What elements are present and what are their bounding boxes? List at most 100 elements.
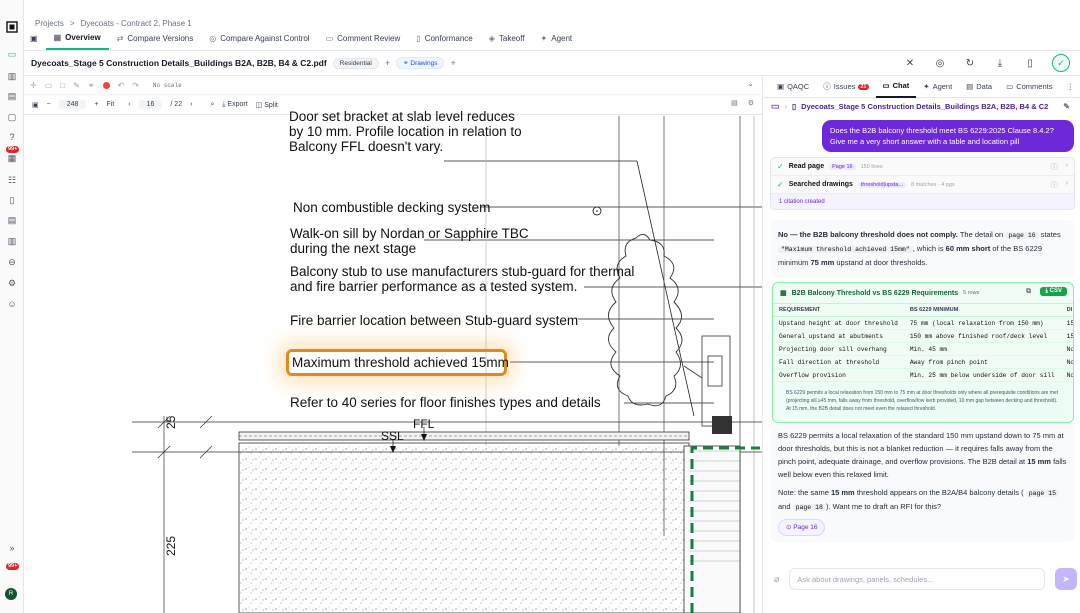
chevron-right-icon[interactable]: › bbox=[1066, 180, 1068, 190]
fit-button[interactable]: Fit bbox=[107, 101, 115, 108]
prev-page-icon[interactable]: ‹ bbox=[128, 101, 130, 108]
tab-chat[interactable]: ▭ Chat bbox=[875, 76, 917, 98]
note-floor-finishes: Refer to 40 series for floor finishes ty… bbox=[290, 395, 601, 410]
drawing-canvas[interactable]: Door set bracket at slab level reduces b… bbox=[24, 109, 762, 613]
pen-tool-icon[interactable]: ✎ bbox=[73, 81, 80, 90]
thumbnails-icon[interactable]: ▣ bbox=[32, 101, 39, 109]
info-icon[interactable]: ⓘ bbox=[1051, 162, 1058, 172]
page-input[interactable]: 16 bbox=[138, 100, 163, 109]
undo-icon[interactable]: ↶ bbox=[118, 81, 125, 90]
main-tabs: ▣ ▦ Overview ⇄ Compare Versions ◎ Compare A… bbox=[24, 32, 1080, 51]
record-icon[interactable] bbox=[102, 81, 110, 89]
location-pill-page-16[interactable]: ⊙ Page 16 bbox=[778, 519, 826, 536]
file-icon-small: ▯ bbox=[792, 102, 797, 111]
breadcrumb-current[interactable]: Dyecoats - Contract 2, Phase 1 bbox=[81, 19, 192, 28]
note-max-threshold: Maximum threshold achieved 15mm bbox=[292, 355, 509, 370]
folder-icon[interactable]: ▭ bbox=[5, 47, 19, 61]
residential-tag[interactable]: Residential bbox=[332, 57, 379, 69]
link-tool-icon[interactable]: ⚭ bbox=[88, 81, 95, 90]
chevron-down-icon[interactable]: ⌄ bbox=[747, 79, 754, 88]
tab-agent[interactable]: ✦ Agent bbox=[533, 31, 581, 50]
next-page-icon[interactable]: › bbox=[190, 101, 192, 108]
rail-badge-top: 99+ bbox=[6, 146, 20, 153]
download-icon[interactable]: ⤓ bbox=[992, 55, 1008, 71]
issues-icon[interactable]: ▦ bbox=[5, 151, 19, 165]
approved-check-icon[interactable]: ✓ bbox=[1052, 54, 1070, 72]
table-icon: ▦ bbox=[780, 290, 787, 297]
file-name[interactable]: Dyecoats_Stage 5 Construction Details_Bu… bbox=[31, 58, 327, 68]
focus-icon[interactable]: ◎ bbox=[932, 55, 948, 71]
step-read-page[interactable]: ✓ Read page Page 16 150 lines ⓘ › bbox=[771, 158, 1074, 176]
tab-data[interactable]: ▤ Data bbox=[959, 76, 999, 98]
book-icon[interactable]: ▤ bbox=[5, 89, 19, 103]
page-ref-18[interactable]: page 18 bbox=[792, 504, 826, 511]
more-options-icon[interactable]: ⋮ bbox=[1059, 76, 1080, 98]
tab-comment-review[interactable]: ▭ Comment Review bbox=[318, 31, 409, 50]
chat-context-file[interactable]: Dyecoats_Stage 5 Construction Details_Bu… bbox=[801, 102, 1048, 111]
tab-overview[interactable]: ▦ Overview bbox=[45, 31, 109, 50]
split-button[interactable]: ◫ Split bbox=[256, 101, 278, 109]
tab-conformance[interactable]: ▯ Conformance bbox=[408, 31, 480, 50]
redo-icon[interactable]: ↷ bbox=[132, 81, 139, 90]
tab-panel-agent[interactable]: ✦ Agent bbox=[916, 76, 959, 98]
attach-icon[interactable]: ⌀ bbox=[774, 574, 779, 585]
users-icon[interactable]: ☷ bbox=[5, 173, 19, 187]
check-icon: ✓ bbox=[777, 180, 784, 189]
copy-icon[interactable]: ⧉ bbox=[1026, 288, 1031, 296]
add-drawings-icon[interactable]: + bbox=[450, 58, 455, 68]
zoom-in-icon[interactable]: + bbox=[94, 101, 98, 108]
close-icon[interactable]: ✕ bbox=[902, 55, 918, 71]
pointer-icon[interactable]: ✛ bbox=[30, 81, 37, 90]
add-tag-icon[interactable]: + bbox=[385, 58, 390, 68]
breadcrumb-projects[interactable]: Projects bbox=[35, 19, 64, 28]
avatar[interactable]: R bbox=[5, 588, 17, 600]
page-ref-15[interactable]: page 15 bbox=[1025, 490, 1059, 497]
help-icon[interactable]: ? bbox=[5, 130, 19, 144]
table-row: Upstand height at door threshold 75 mm (l… bbox=[773, 316, 1073, 330]
new-chat-icon[interactable]: ✎ bbox=[1063, 102, 1070, 111]
library-icon[interactable]: ▥ bbox=[5, 234, 19, 248]
viewer-settings-icon[interactable]: ⚙ bbox=[748, 99, 754, 107]
layers-icon[interactable]: ▤ bbox=[731, 99, 738, 107]
sidebar-toggle-icon[interactable]: ▣ bbox=[24, 31, 46, 50]
citation-created[interactable]: 1 citation created bbox=[771, 194, 1074, 209]
document-icon[interactable]: ▯ bbox=[5, 193, 19, 207]
send-icon[interactable]: ➤ bbox=[1055, 568, 1077, 590]
rect-tool-icon[interactable]: □ bbox=[60, 81, 65, 90]
settings-icon[interactable]: ⚙ bbox=[5, 276, 19, 290]
tab-issues[interactable]: ⓘ Issues 21 bbox=[816, 76, 875, 98]
note-decking: Non combustible decking system bbox=[293, 200, 491, 215]
file-icon[interactable]: ▯ bbox=[1022, 55, 1038, 71]
scale-label: No scale bbox=[152, 81, 182, 89]
expand-rail-icon[interactable]: » bbox=[5, 541, 19, 555]
tab-qaqc[interactable]: ▣ QAQC bbox=[770, 76, 816, 98]
step-searched-drawings[interactable]: ✓ Searched drawings threshold|upsta... 8… bbox=[771, 176, 1074, 194]
clipboard-icon[interactable]: ▢ bbox=[5, 110, 19, 124]
chevron-right-icon[interactable]: › bbox=[1066, 162, 1068, 172]
dim-225: 225 bbox=[164, 535, 178, 556]
checklist-icon[interactable]: ▤ bbox=[5, 213, 19, 227]
zoom-input[interactable]: 248 bbox=[58, 100, 87, 109]
chat-bubble-icon: ▭ bbox=[771, 101, 780, 111]
chart-icon[interactable]: ▥ bbox=[5, 69, 19, 83]
annotation-toolbar: ✛ ▭ □ ✎ ⚭ ↶ ↷ No scale ⌄ bbox=[24, 76, 762, 95]
minus-circle-icon[interactable]: ⊖ bbox=[5, 255, 19, 269]
bot-icon[interactable]: ☺ bbox=[5, 297, 19, 311]
data-icon: ▤ bbox=[966, 82, 974, 91]
refresh-icon[interactable]: ↻ bbox=[962, 55, 978, 71]
app-logo-icon[interactable] bbox=[5, 20, 19, 34]
tab-comments[interactable]: ▭ Comments bbox=[999, 76, 1059, 98]
zoom-out-icon[interactable]: − bbox=[47, 101, 51, 108]
export-button[interactable]: ⤓ Export bbox=[222, 101, 247, 109]
info-icon[interactable]: ⓘ bbox=[1051, 180, 1058, 190]
search-icon[interactable]: ⌕ bbox=[210, 101, 214, 109]
chat-input[interactable]: Ask about drawings, panels, schedules... bbox=[789, 568, 1045, 590]
csv-button[interactable]: ⤓ CSV bbox=[1040, 287, 1067, 296]
tab-takeoff[interactable]: ◈ Takeoff bbox=[481, 31, 533, 50]
qaqc-icon: ▣ bbox=[777, 82, 785, 91]
comment-tool-icon[interactable]: ▭ bbox=[45, 81, 53, 90]
page-ref-16[interactable]: page 16 bbox=[1005, 232, 1039, 239]
tab-compare-versions[interactable]: ⇄ Compare Versions bbox=[109, 31, 202, 50]
drawings-tag[interactable]: ⚭ Drawings bbox=[396, 57, 445, 69]
tab-compare-against-control[interactable]: ◎ Compare Against Control bbox=[201, 31, 317, 50]
